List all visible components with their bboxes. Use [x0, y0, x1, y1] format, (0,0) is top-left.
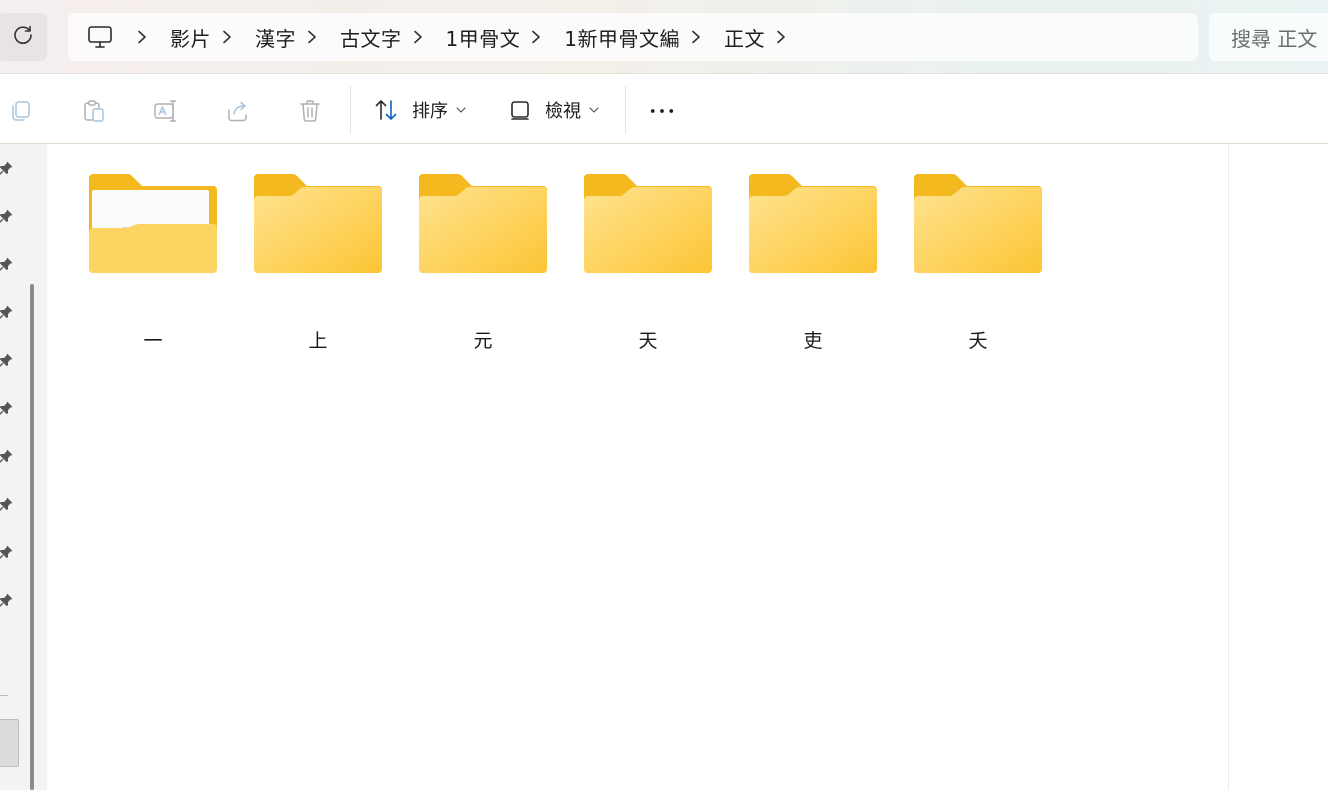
chevron-right-icon[interactable]	[219, 29, 235, 45]
chevron-right-icon[interactable]	[304, 29, 320, 45]
refresh-icon	[12, 24, 34, 50]
pin-icon[interactable]	[0, 303, 15, 321]
pin-icon[interactable]	[0, 543, 15, 561]
chevron-right-icon[interactable]	[773, 29, 789, 45]
copy-icon[interactable]	[8, 98, 34, 124]
pin-icon[interactable]	[0, 495, 15, 513]
folder-icon	[749, 174, 877, 273]
refresh-button[interactable]	[0, 13, 47, 61]
folder-with-preview-icon	[89, 174, 217, 273]
folder-name: 上	[308, 330, 328, 352]
folder-name: 吏	[803, 330, 823, 352]
command-bar: 排序 檢視	[0, 73, 1328, 144]
nav-item-selected[interactable]	[0, 719, 19, 767]
breadcrumb-item[interactable]: 影片	[170, 23, 211, 52]
breadcrumb-item[interactable]: 漢字	[255, 23, 296, 52]
view-label: 檢視	[545, 101, 581, 122]
folder-name: 天	[638, 330, 658, 352]
pin-icon[interactable]	[0, 351, 15, 369]
breadcrumb-item[interactable]: 古文字	[340, 23, 402, 52]
details-pane-divider	[1228, 144, 1229, 790]
folder-icon	[584, 174, 712, 273]
search-input[interactable]: 搜尋 正文	[1209, 13, 1328, 61]
folder-icon	[914, 174, 1042, 273]
breadcrumb-item[interactable]: 1甲骨文	[446, 23, 521, 52]
chevron-right-icon[interactable]	[688, 29, 704, 45]
rename-icon[interactable]	[153, 98, 179, 124]
nav-divider	[0, 695, 8, 696]
delete-icon[interactable]	[297, 98, 323, 124]
sort-icon	[374, 98, 400, 122]
folder-name: 元	[473, 330, 493, 352]
chevron-right-icon[interactable]	[134, 29, 150, 45]
folder-item[interactable]: 上	[253, 174, 383, 352]
navigation-pane	[0, 144, 47, 790]
folder-item[interactable]: 一	[88, 174, 218, 352]
nav-scrollbar[interactable]	[30, 284, 34, 790]
folder-icon	[254, 174, 382, 273]
folder-item[interactable]: 天	[583, 174, 713, 352]
pin-icon[interactable]	[0, 591, 15, 609]
pin-icon[interactable]	[0, 399, 15, 417]
folder-item[interactable]: 元	[418, 174, 548, 352]
folder-item[interactable]: 夭	[913, 174, 1043, 352]
toolbar-divider	[350, 86, 351, 134]
pin-icon[interactable]	[0, 255, 15, 273]
sort-label: 排序	[412, 101, 448, 122]
chevron-right-icon[interactable]	[528, 29, 544, 45]
more-options-icon[interactable]	[649, 98, 675, 124]
breadcrumb-item-current[interactable]: 正文	[724, 23, 765, 52]
folder-name: 一	[143, 330, 163, 352]
pin-icon[interactable]	[0, 207, 15, 225]
address-breadcrumb-bar[interactable]: 影片 漢字 古文字 1甲骨文 1新甲骨文編 正文	[68, 13, 1198, 61]
breadcrumb-item[interactable]: 1新甲骨文編	[564, 23, 680, 52]
this-pc-icon[interactable]	[86, 23, 114, 51]
pin-icon[interactable]	[0, 159, 15, 177]
share-icon[interactable]	[225, 98, 251, 124]
toolbar-divider	[625, 86, 626, 134]
chevron-down-icon	[589, 106, 599, 114]
view-button[interactable]: 檢視	[509, 96, 599, 124]
chevron-right-icon[interactable]	[410, 29, 426, 45]
paste-icon[interactable]	[81, 98, 107, 124]
file-list-area: 一 上 元 天 吏 夭	[48, 144, 1228, 790]
folder-item[interactable]: 吏	[748, 174, 878, 352]
view-icon	[509, 98, 533, 122]
chevron-down-icon	[456, 106, 466, 114]
folder-icon	[419, 174, 547, 273]
pin-icon[interactable]	[0, 447, 15, 465]
folder-name: 夭	[968, 330, 988, 352]
address-bar-area: 影片 漢字 古文字 1甲骨文 1新甲骨文編 正文 搜尋 正文	[0, 0, 1328, 73]
sort-button[interactable]: 排序	[374, 96, 466, 124]
